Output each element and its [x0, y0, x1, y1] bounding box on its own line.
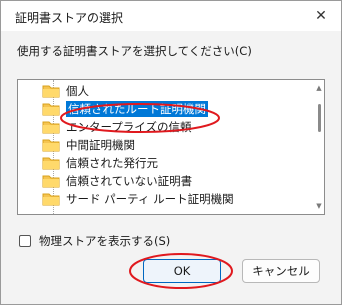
select-certificate-store-dialog: 証明書ストアの選択 ✕ 使用する証明書ストアを選択してください(C) 個人 信頼…: [0, 0, 342, 305]
folder-icon: [42, 121, 60, 134]
tree-item-enterprise-trust[interactable]: エンタープライズの信頼: [42, 118, 312, 136]
tree-item-label: 信頼された発行元: [66, 156, 158, 170]
tree-item-label: 信頼されていない証明書: [66, 174, 193, 188]
tree-item-intermediate-ca[interactable]: 中間証明機関: [42, 136, 312, 154]
dialog-title: 証明書ストアの選択: [15, 11, 124, 25]
tree-item-untrusted-certificates[interactable]: 信頼されていない証明書: [42, 172, 312, 190]
folder-icon: [42, 139, 60, 152]
folder-icon: [42, 85, 60, 98]
scroll-down-arrow-icon[interactable]: ▼: [315, 202, 323, 210]
tree-item-trusted-publishers[interactable]: 信頼された発行元: [42, 154, 312, 172]
tree-item-label: 中間証明機関: [66, 138, 135, 152]
tree-item-label: 信頼されたルート証明機関: [66, 101, 208, 117]
ok-button[interactable]: OK: [143, 259, 221, 283]
tree-item-label: サード パーティ ルート証明機関: [66, 192, 234, 206]
close-icon[interactable]: ✕: [307, 3, 335, 29]
certificate-store-tree[interactable]: 個人 信頼されたルート証明機関 エンタープライズの信頼 中間証明機関 信頼された…: [17, 79, 325, 215]
prompt-label: 使用する証明書ストアを選択してください(C): [17, 44, 252, 58]
vertical-scrollbar-thumb[interactable]: [318, 104, 321, 132]
folder-icon: [42, 175, 60, 188]
folder-icon: [42, 103, 60, 116]
tree-item-trusted-root[interactable]: 信頼されたルート証明機関: [42, 100, 312, 118]
show-physical-stores-checkbox[interactable]: [19, 235, 31, 247]
tree-item-personal[interactable]: 個人: [42, 82, 312, 100]
folder-icon: [42, 157, 60, 170]
tree-item-third-party-root[interactable]: サード パーティ ルート証明機関: [42, 190, 312, 208]
tree-item-label: 個人: [66, 84, 89, 98]
show-physical-stores-option[interactable]: 物理ストアを表示する(S): [19, 233, 170, 249]
cancel-button[interactable]: キャンセル: [242, 259, 320, 283]
show-physical-stores-label: 物理ストアを表示する(S): [39, 234, 171, 248]
scroll-up-arrow-icon[interactable]: ▲: [315, 84, 323, 92]
folder-icon: [42, 193, 60, 206]
tree-item-label: エンタープライズの信頼: [66, 120, 192, 134]
title-bar[interactable]: 証明書ストアの選択 ✕: [1, 1, 341, 31]
